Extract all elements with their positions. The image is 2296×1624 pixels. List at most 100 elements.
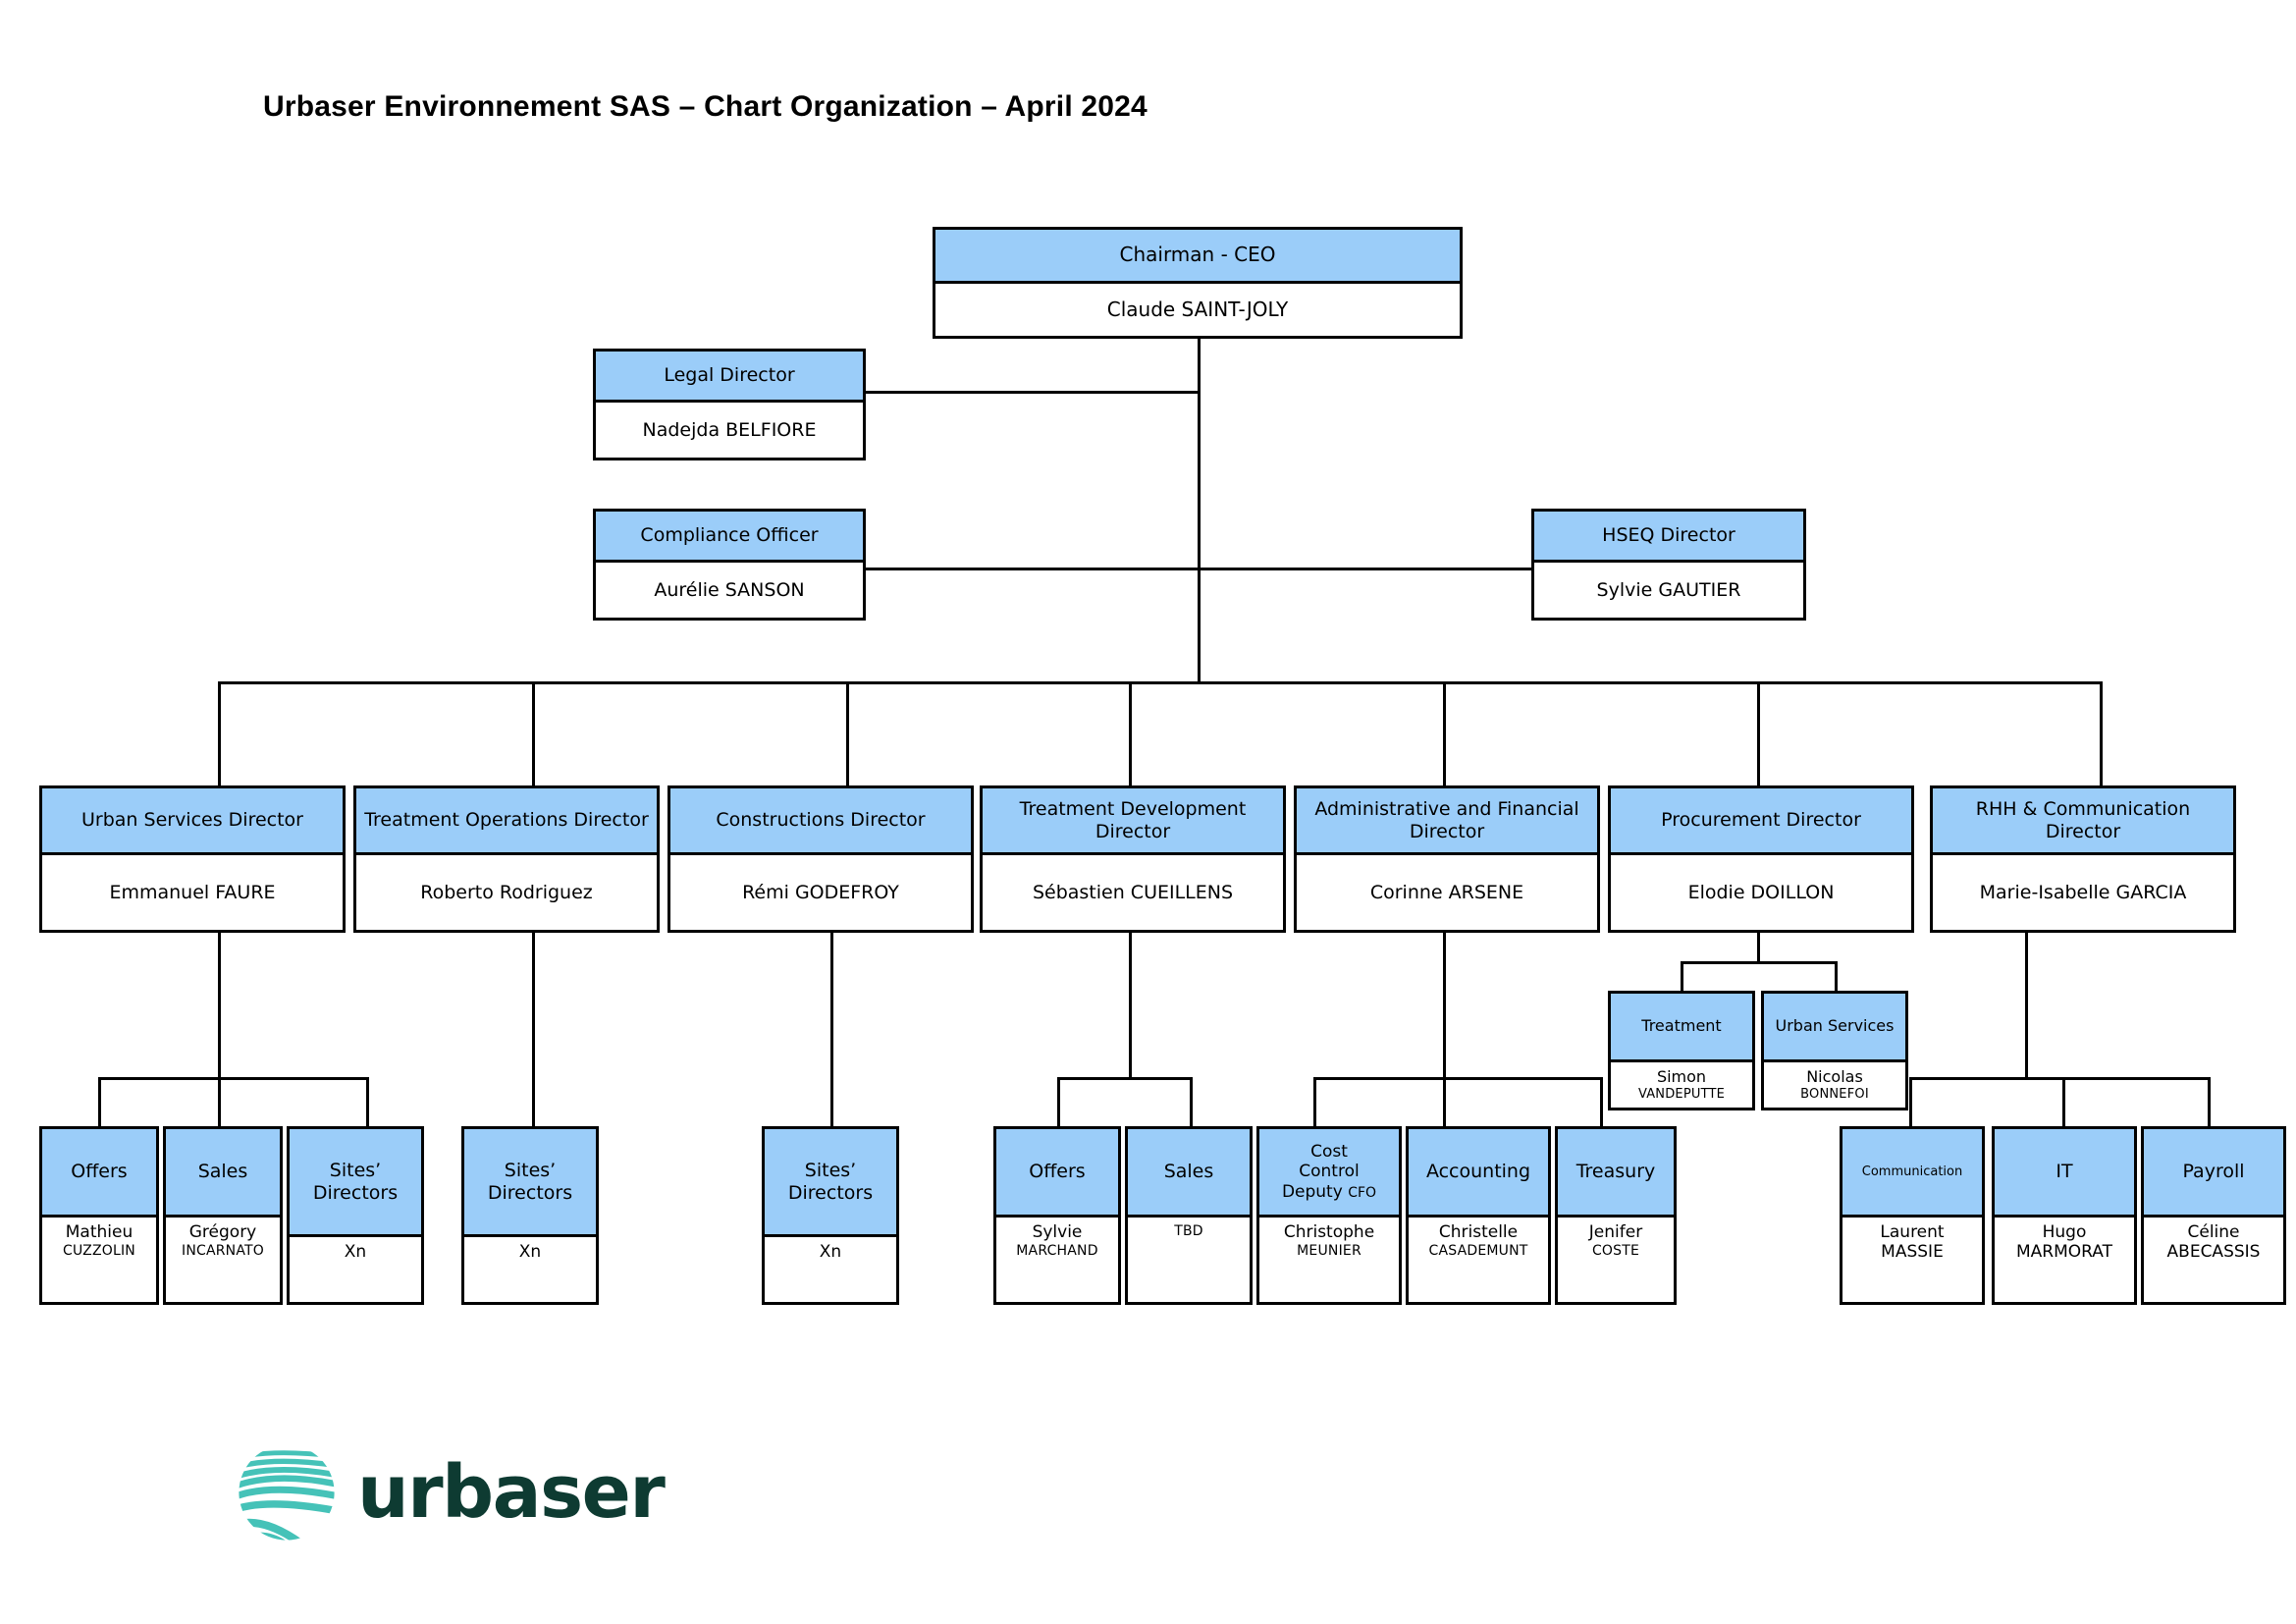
node-person: Nicolas BONNEFOI [1764,1062,1905,1108]
connector-urban-offers [98,1077,101,1126]
node-role: Administrative and Financial Director [1297,788,1597,855]
node-constructions-director[interactable]: Constructions Director Rémi GODEFROY [667,785,974,933]
connector-compliance [862,568,1201,570]
node-person: Xn [765,1237,896,1302]
node-construct-sites-directors[interactable]: Sites’ Directors Xn [762,1126,899,1305]
node-treasury[interactable]: Treasury Jenifer COSTE [1555,1126,1677,1305]
urbaser-globe-icon [239,1450,335,1541]
node-role-line1: Cost [1310,1142,1348,1163]
node-treatdev-offers[interactable]: Offers Sylvie MARCHAND [993,1126,1121,1305]
node-last-name: MEUNIER [1297,1242,1362,1259]
node-first-name: Christelle [1438,1222,1519,1242]
node-role: Treasury [1558,1129,1674,1218]
node-name: Nadejda BELFIORE [642,418,817,441]
node-treatdev-sales[interactable]: Sales TBD [1125,1126,1253,1305]
connector-treatdev-offers [1057,1077,1060,1126]
connector-drop-admfin [1443,681,1446,785]
node-person: Christophe MEUNIER [1259,1218,1399,1302]
node-role: Treatment Operations Director [356,788,657,855]
connector-rhh-it [2062,1077,2065,1126]
node-role: Legal Director [596,352,863,403]
connector-urban-sites [366,1077,369,1126]
node-name: Roberto Rodriguez [420,881,593,903]
node-person: Jenifer COSTE [1558,1218,1674,1302]
node-first-name: Grégory [188,1222,257,1242]
node-last-name: CUZZOLIN [63,1242,135,1259]
connector-procure-urban [1835,961,1838,991]
node-name: Elodie DOILLON [1687,881,1835,903]
node-person: Xn [464,1237,596,1302]
node-first-name: TBD [1174,1223,1203,1239]
node-chairman-ceo[interactable]: Chairman - CEO Claude SAINT-JOLY [933,227,1463,339]
node-urban-sales[interactable]: Sales Grégory INCARNATO [163,1126,283,1305]
urbaser-logo: urbaser [234,1439,666,1545]
node-rhh-communication-director[interactable]: RHH & Communication Director Marie-Isabe… [1930,785,2236,933]
node-legal-director[interactable]: Legal Director Nadejda BELFIORE [593,349,866,460]
node-last-name: MARCHAND [1016,1242,1098,1259]
connector-admfin-bar [1313,1077,1603,1080]
node-last-name: INCARNATO [181,1242,265,1259]
node-communication[interactable]: Communication Laurent MASSIE [1840,1126,1985,1305]
node-role-line3: Deputy CFO [1282,1182,1376,1202]
node-accounting[interactable]: Accounting Christelle CASADEMUNT [1406,1126,1551,1305]
node-role: Sites’ Directors [290,1129,421,1237]
node-last-name: COSTE [1591,1242,1640,1259]
connector-urban-stem [218,933,221,1080]
node-first-name: Christophe [1283,1222,1375,1242]
node-role-line2: Control [1299,1162,1360,1182]
node-name: Corinne ARSENE [1369,881,1524,903]
node-procurement-treatment[interactable]: Treatment Simon VANDEPUTTE [1608,991,1755,1110]
connector-treatdev-stem [1129,933,1132,1080]
node-last-name: VANDEPUTTE [1637,1086,1726,1102]
node-administrative-financial-director[interactable]: Administrative and Financial Director Co… [1294,785,1600,933]
node-urban-sites-directors[interactable]: Sites’ Directors Xn [287,1126,424,1305]
node-last-name: ABECASSIS [2166,1241,2261,1262]
node-treatment-development-director[interactable]: Treatment Development Director Sébastien… [980,785,1286,933]
node-role: RHH & Communication Director [1933,788,2233,855]
connector-hseq [1198,568,1533,570]
connector-procure-bar [1681,961,1838,964]
node-name: Emmanuel FAURE [109,881,276,903]
node-person: Mathieu CUZZOLIN [42,1218,156,1302]
connector-drop-treatdev [1129,681,1132,785]
node-cost-control-deputy-cfo[interactable]: Cost Control Deputy CFO Christophe MEUNI… [1256,1126,1402,1305]
node-role: Sites’ Directors [464,1129,596,1237]
node-role: Sales [1128,1129,1250,1218]
node-person: Hugo MARMORAT [1995,1218,2134,1302]
node-role-line1: Sites’ [804,1160,857,1182]
node-compliance-officer[interactable]: Compliance Officer Aurélie SANSON [593,509,866,621]
node-first-name: Sylvie [1032,1222,1083,1242]
node-hseq-director[interactable]: HSEQ Director Sylvie GAUTIER [1531,509,1806,621]
connector-admfin-stem [1443,933,1446,1080]
node-role-cfo: CFO [1348,1184,1377,1201]
connector-treatdev-sales [1190,1077,1193,1126]
node-role: Treatment [1611,994,1752,1062]
node-role: HSEQ Director [1534,512,1803,563]
connector-procure-stem [1757,933,1760,964]
node-person: Xn [290,1237,421,1302]
connector-drop-rhh [2100,681,2103,785]
connector-urban-bar [98,1077,369,1080]
node-person: TBD [1128,1218,1250,1302]
node-it[interactable]: IT Hugo MARMORAT [1992,1126,2137,1305]
node-treatment-operations-director[interactable]: Treatment Operations Director Roberto Ro… [353,785,660,933]
node-first-name: Simon [1656,1067,1707,1086]
connector-admfin-treasury [1600,1077,1603,1126]
node-person: Christelle CASADEMUNT [1409,1218,1548,1302]
connector-drop-procure [1757,681,1760,785]
node-urban-services-director[interactable]: Urban Services Director Emmanuel FAURE [39,785,346,933]
node-first-name: Xn [518,1242,542,1262]
node-payroll[interactable]: Payroll Céline ABECASSIS [2141,1126,2286,1305]
node-role: Compliance Officer [596,512,863,563]
node-first-name: Xn [344,1242,367,1262]
connector-rhh-communication [1909,1077,1912,1126]
node-name: Sylvie GAUTIER [1596,578,1741,601]
node-first-name: Laurent [1880,1222,1945,1242]
node-role-deputy: Deputy [1281,1181,1343,1202]
node-treatops-sites-directors[interactable]: Sites’ Directors Xn [461,1126,599,1305]
node-procurement-urban-services[interactable]: Urban Services Nicolas BONNEFOI [1761,991,1908,1110]
page-title: Urbaser Environnement SAS – Chart Organi… [263,90,1148,123]
node-procurement-director[interactable]: Procurement Director Elodie DOILLON [1608,785,1914,933]
node-urban-offers[interactable]: Offers Mathieu CUZZOLIN [39,1126,159,1305]
node-name: Rémi GODEFROY [742,881,899,903]
